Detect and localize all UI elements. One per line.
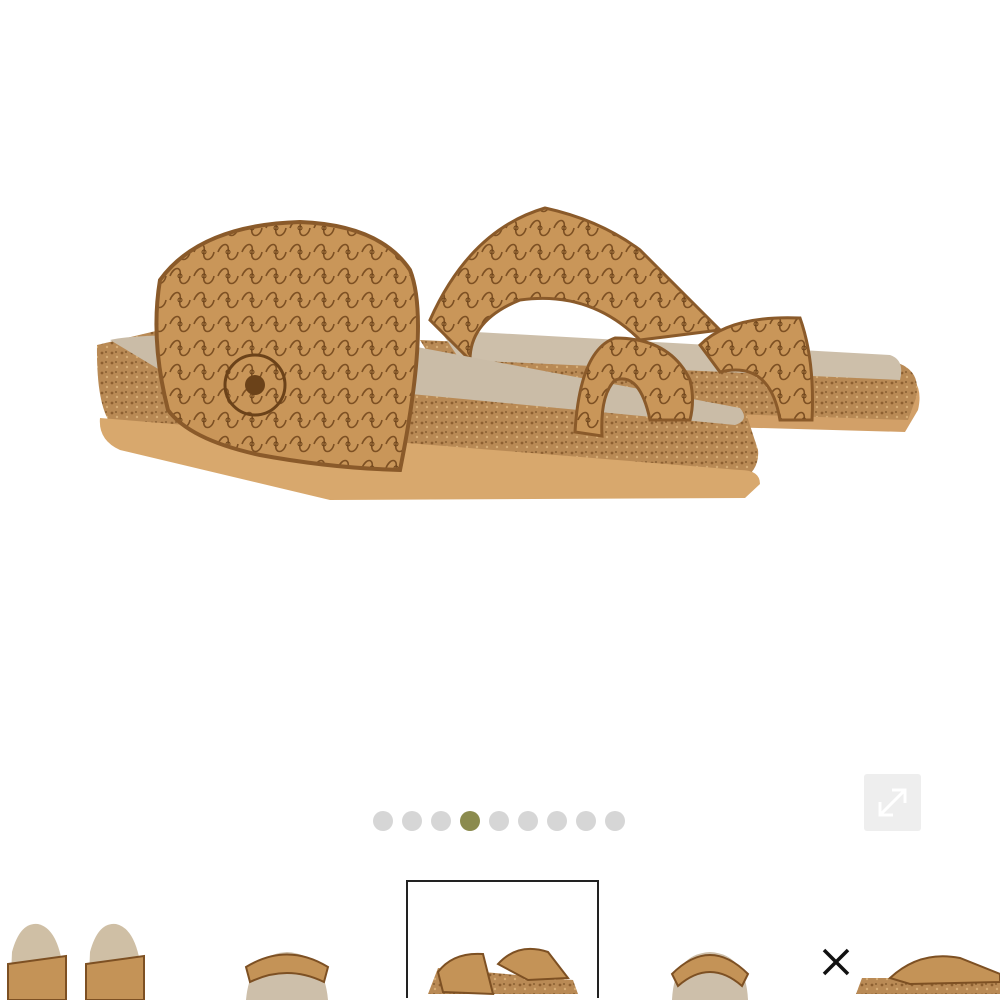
carousel-dot-5[interactable] xyxy=(489,811,509,831)
front-sandal xyxy=(96,219,761,500)
carousel-dot-4-active[interactable] xyxy=(460,811,480,831)
main-product-image[interactable] xyxy=(0,0,1000,780)
thumbnail-3-selected[interactable] xyxy=(406,880,599,998)
thumbnail-image xyxy=(856,955,1000,994)
thumbnail-2[interactable] xyxy=(232,882,342,1000)
carousel-pagination xyxy=(373,811,625,831)
carousel-dot-9[interactable] xyxy=(605,811,625,831)
close-button[interactable] xyxy=(818,944,854,980)
carousel-dot-3[interactable] xyxy=(431,811,451,831)
close-icon xyxy=(818,944,854,980)
thumbnail-image xyxy=(428,948,578,996)
thumbnail-image xyxy=(7,923,145,1000)
carousel-dot-8[interactable] xyxy=(576,811,596,831)
carousel-dot-7[interactable] xyxy=(547,811,567,831)
carousel-dot-6[interactable] xyxy=(518,811,538,831)
expand-image-button[interactable] xyxy=(864,774,921,831)
carousel-dot-2[interactable] xyxy=(402,811,422,831)
thumbnail-strip xyxy=(0,872,1000,1000)
thumbnail-1[interactable] xyxy=(0,882,160,1000)
sandal-pair-photo xyxy=(96,206,920,500)
thumbnail-image xyxy=(670,952,750,1000)
thumbnail-image xyxy=(244,952,330,1000)
thumbnail-5[interactable] xyxy=(850,882,1000,1000)
carousel-dot-1[interactable] xyxy=(373,811,393,831)
thumbnail-4[interactable] xyxy=(660,882,760,1000)
